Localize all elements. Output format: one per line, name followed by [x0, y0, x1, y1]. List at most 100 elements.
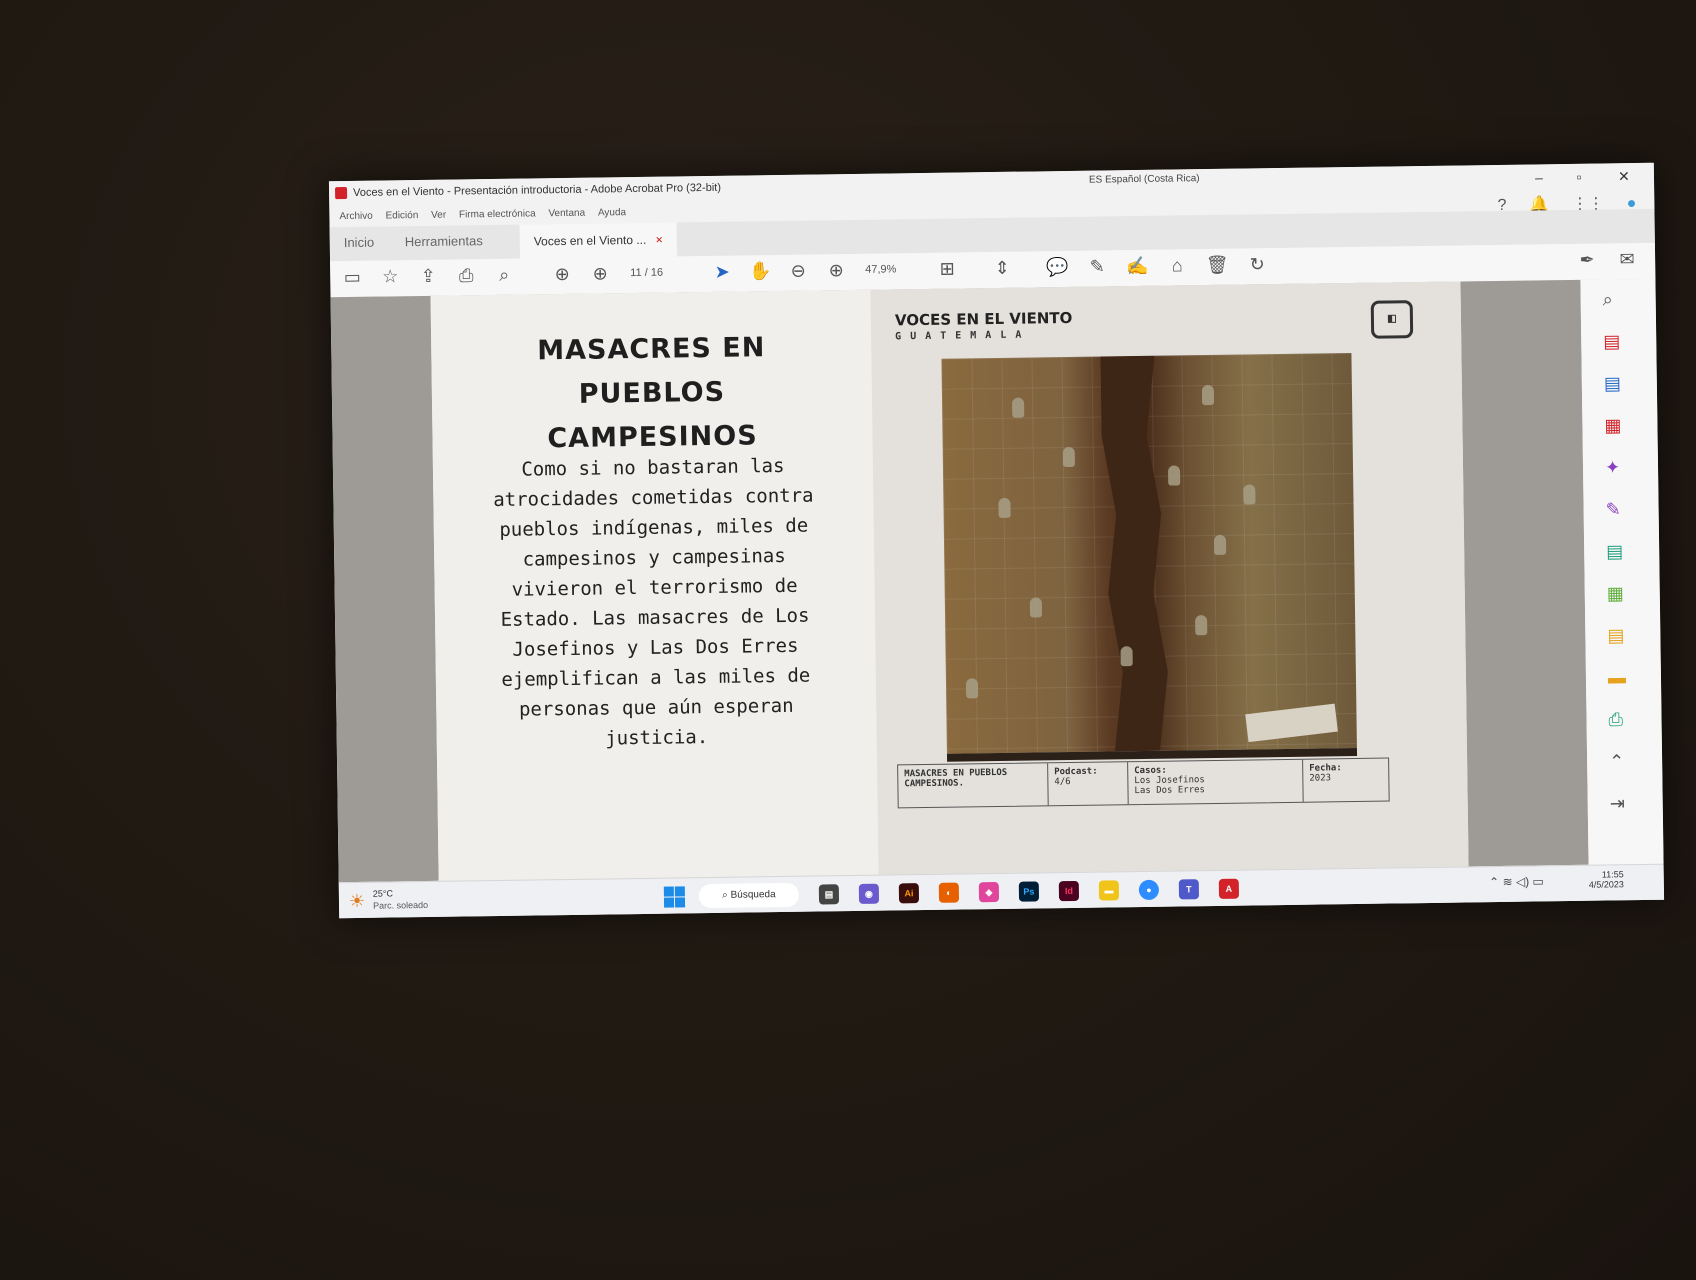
tab-close-icon[interactable]: ×	[656, 233, 663, 247]
task-view-icon[interactable]: ▤	[818, 884, 840, 905]
zoom-tool-icon[interactable]: ⌕	[1603, 289, 1613, 310]
collapse-panel-icon[interactable]: ⇥	[1610, 793, 1625, 814]
slide-meta-table: MASACRES EN PUEBLOS CAMPESINOS. Podcast:…	[897, 757, 1390, 809]
minimize-button[interactable]: –	[1519, 166, 1559, 189]
comment-icon[interactable]: 💬	[1045, 257, 1069, 278]
maximize-button[interactable]: ▫	[1559, 166, 1599, 189]
menu-edicion[interactable]: Edición	[385, 210, 418, 221]
soldier-figure	[1243, 484, 1256, 505]
upload-icon[interactable]: ⇪	[416, 266, 440, 287]
mail-icon[interactable]: ✉	[1615, 249, 1639, 270]
language-indicator[interactable]: ES Español (Costa Rica)	[1089, 173, 1200, 186]
tab-document[interactable]: Voces en el Viento ... ×	[519, 222, 677, 259]
teams-icon[interactable]: T	[1178, 879, 1200, 900]
soldier-figure	[965, 678, 979, 699]
soldier-figure	[1029, 597, 1043, 618]
clock[interactable]: 11:55 4/5/2023	[1589, 869, 1624, 889]
menu-archivo[interactable]: Archivo	[339, 211, 373, 222]
tab-document-label: Voces en el Viento ...	[533, 232, 647, 249]
meta-podcast: Podcast: 4/6	[1048, 762, 1129, 806]
podcast-logo: ◧	[1370, 300, 1414, 339]
meta-name: MASACRES EN PUEBLOS CAMPESINOS.	[904, 767, 1008, 790]
taskbar-search[interactable]: ⌕ Búsqueda	[698, 882, 800, 909]
meta-date-value: 2023	[1309, 773, 1332, 784]
soldier-figure	[1213, 534, 1227, 555]
tab-herramientas[interactable]: Herramientas	[405, 233, 483, 249]
slide-text-panel: MASACRES EN PUEBLOS CAMPESINOS Como si n…	[430, 289, 879, 881]
slide-page: MASACRES EN PUEBLOS CAMPESINOS Como si n…	[430, 281, 1469, 881]
photos-icon[interactable]: ◈	[978, 882, 1000, 903]
slide-title: MASACRES EN PUEBLOS CAMPESINOS	[471, 325, 833, 462]
right-tools-rail: ⌕ ▤ ▤ ▦ ✦ ✎ ▤ ▦ ▤ ▬ ⎙ ⌃ ⇥	[1580, 278, 1664, 865]
page-indicator[interactable]: 11 / 16	[630, 267, 663, 279]
menu-ventana[interactable]: Ventana	[548, 208, 585, 220]
meta-cases: Casos: Los Josefinos Las Dos Erres	[1128, 759, 1304, 805]
export-pdf-icon[interactable]: ▤	[1604, 373, 1621, 394]
edit-pdf-icon[interactable]: ▤	[1606, 541, 1623, 562]
previous-page-icon[interactable]: ⊕	[550, 264, 574, 285]
menu-firma[interactable]: Firma electrónica	[459, 208, 536, 220]
soldier-figure	[998, 497, 1011, 518]
print-icon[interactable]: ⎙	[454, 265, 478, 286]
artwork-image	[941, 353, 1358, 762]
fit-page-icon[interactable]: ⊞	[935, 258, 959, 279]
meta-date-label: Fecha:	[1309, 763, 1342, 774]
slide-body-text: Como si no bastaran las atrocidades come…	[493, 454, 814, 750]
rotate-icon[interactable]: ↻	[1245, 254, 1269, 275]
request-signatures-icon[interactable]: ✦	[1605, 457, 1620, 478]
tag-icon[interactable]: ⌂	[1165, 255, 1189, 276]
projected-screen: Voces en el Viento - Presentación introd…	[328, 162, 1665, 919]
acrobat-taskbar-icon[interactable]: A	[1218, 878, 1240, 899]
chat-icon[interactable]: ◉	[858, 883, 880, 904]
windows-start-icon[interactable]	[663, 886, 686, 908]
document-area[interactable]: MASACRES EN PUEBLOS CAMPESINOS Como si n…	[330, 279, 1589, 883]
soldier-figure	[1062, 446, 1075, 468]
search-icon[interactable]: ⌕	[492, 265, 516, 286]
pen-icon[interactable]: ✎	[1085, 256, 1109, 277]
select-cursor-icon[interactable]: ➤	[710, 262, 734, 283]
acrobat-icon	[335, 187, 348, 200]
file-explorer-icon[interactable]: ▬	[1098, 880, 1120, 901]
fill-sign-icon[interactable]: ✎	[1605, 499, 1620, 520]
star-icon[interactable]: ☆	[378, 266, 402, 287]
indesign-icon[interactable]: Id	[1058, 880, 1080, 902]
organize-pages-icon[interactable]: ▦	[1604, 415, 1621, 436]
tab-inicio[interactable]: Inicio	[344, 235, 375, 250]
scroll-mode-icon[interactable]: ⇕	[990, 258, 1014, 279]
illustrator-icon[interactable]: Ai	[898, 883, 920, 904]
zoom-app-icon[interactable]: ●	[1138, 879, 1160, 901]
page-total: / 16	[644, 266, 664, 279]
combine-files-icon[interactable]: ▦	[1607, 583, 1624, 604]
clock-date: 4/5/2023	[1588, 879, 1624, 890]
meta-date: Fecha: 2023	[1303, 759, 1389, 802]
weather-icon[interactable]: ☀	[349, 891, 365, 912]
zoom-in-icon[interactable]: ⊕	[824, 260, 848, 281]
menu-ver[interactable]: Ver	[431, 210, 446, 221]
zoom-level[interactable]: 47,9%	[865, 263, 896, 275]
menu-ayuda[interactable]: Ayuda	[598, 207, 626, 218]
zoom-out-icon[interactable]: ⊖	[786, 261, 810, 282]
create-pdf-icon[interactable]: ▤	[1603, 331, 1620, 352]
save-icon[interactable]: ▭	[340, 267, 364, 288]
next-page-icon[interactable]: ⊕	[588, 263, 612, 284]
meta-podcast-value: 4/6	[1054, 776, 1071, 788]
comment-tool-icon[interactable]: ▬	[1608, 667, 1626, 688]
brand-subtitle: GUATEMALA	[895, 329, 1031, 343]
clock-time: 11:55	[1601, 869, 1624, 880]
trash-icon[interactable]: 🗑	[1205, 255, 1229, 276]
system-tray-icons[interactable]: ⌃ ≋ ◁) ▭	[1489, 874, 1544, 889]
meta-episode-name: MASACRES EN PUEBLOS CAMPESINOS.	[898, 763, 1049, 808]
expand-icon[interactable]: ⌃	[1609, 751, 1624, 772]
close-button[interactable]: ✕	[1604, 165, 1644, 188]
hand-icon[interactable]: ✋	[748, 261, 772, 282]
photoshop-icon[interactable]: Ps	[1018, 881, 1040, 902]
compress-pdf-icon[interactable]: ▤	[1607, 625, 1624, 646]
slide-image-panel: VOCES EN EL VIENTO GUATEMALA ◧ MASACRES …	[870, 281, 1469, 875]
print-production-icon[interactable]: ⎙	[1608, 709, 1623, 730]
meta-case-2: Las Dos Erres	[1134, 785, 1206, 797]
firefox-icon[interactable]: ◐	[938, 882, 960, 903]
sign-icon[interactable]: ✍	[1125, 256, 1149, 277]
weather-description: Parc. soleado	[372, 899, 429, 911]
weather-temperature: 25°C	[372, 888, 394, 899]
signature-request-icon[interactable]: ✒	[1575, 250, 1599, 271]
